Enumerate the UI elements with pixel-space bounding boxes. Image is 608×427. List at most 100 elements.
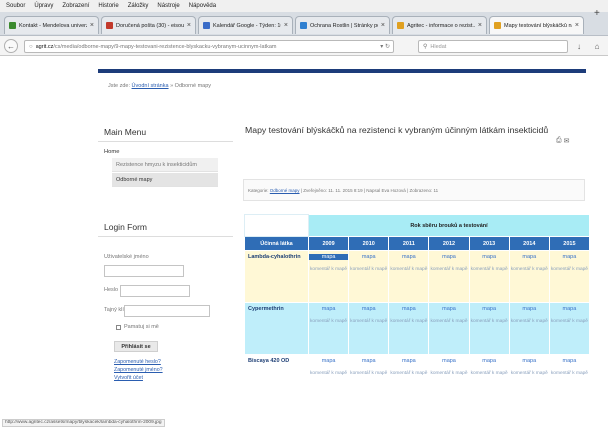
map-link[interactable]: mapa [429, 254, 468, 260]
map-link[interactable]: mapa [510, 358, 549, 364]
tab-label: Mapy testování blýskáčků na... [504, 22, 572, 29]
map-link[interactable]: mapa [349, 254, 388, 260]
divider [98, 141, 233, 142]
map-comment-link[interactable]: komentář k mapě [470, 371, 509, 377]
new-tab-icon[interactable]: + [594, 8, 600, 19]
year-group-header: Rok sběru brouků a testování [308, 214, 590, 237]
map-link[interactable]: mapa [429, 358, 468, 364]
menu-5[interactable]: Nástroje [157, 3, 179, 9]
browser-tab[interactable]: Kontakt - Mendelova univerz... × [4, 16, 99, 34]
map-link[interactable]: mapa [349, 358, 388, 364]
create-account-link[interactable]: Vytvořit účet [114, 375, 143, 381]
map-link[interactable]: mapa [429, 306, 468, 312]
address-bar[interactable]: ○ agrit.cz/cs/media/odborne-mapy/9-mapy-… [24, 40, 394, 53]
table-cell: mapa komentář k mapě [307, 302, 350, 355]
map-comment-link[interactable]: komentář k mapě [470, 319, 509, 325]
close-tab-icon[interactable]: × [284, 22, 288, 29]
remember-checkbox[interactable] [116, 325, 121, 330]
map-link[interactable]: mapa [470, 254, 509, 260]
close-tab-icon[interactable]: × [575, 22, 579, 29]
map-comment-link[interactable]: komentář k mapě [510, 267, 549, 273]
login-button[interactable]: Přihlásit se [114, 341, 158, 352]
search-engine-icon[interactable]: ⚲ [423, 43, 427, 50]
browser-tab[interactable]: Agritec - informace o rezist... × [392, 16, 487, 34]
map-comment-link[interactable]: komentář k mapě [309, 371, 348, 377]
close-tab-icon[interactable]: × [90, 22, 94, 29]
substance-name: Lambda-cyhalothrin [244, 250, 309, 303]
site-identity-icon[interactable]: ○ [29, 44, 33, 50]
category-link[interactable]: Odborné mapy [270, 188, 300, 193]
map-link[interactable]: mapa [309, 306, 348, 312]
print-icon[interactable]: ⎙ [556, 137, 562, 145]
table-cell: mapa komentář k mapě [307, 250, 350, 303]
map-link[interactable]: mapa [309, 358, 348, 364]
menu-2[interactable]: Zobrazení [62, 3, 89, 9]
map-comment-link[interactable]: komentář k mapě [510, 319, 549, 325]
menu-item-rezistence[interactable]: Rezistence hmyzu k insekticidům [112, 158, 218, 172]
map-comment-link[interactable]: komentář k mapě [550, 267, 589, 273]
close-tab-icon[interactable]: × [187, 22, 191, 29]
menu-4[interactable]: Záložky [128, 3, 149, 9]
email-icon[interactable]: ✉ [564, 137, 570, 145]
menu-item-odborne-mapy[interactable]: Odborné mapy [112, 173, 218, 187]
password-input[interactable] [120, 285, 190, 297]
home-icon[interactable]: ⌂ [590, 39, 604, 53]
menu-1[interactable]: Úpravy [34, 3, 53, 9]
map-comment-link[interactable]: komentář k mapě [470, 267, 509, 273]
download-icon[interactable]: ↓ [572, 39, 586, 53]
menu-0[interactable]: Soubor [6, 3, 25, 9]
reload-icon[interactable]: ▾ ↻ [380, 43, 393, 50]
map-link[interactable]: mapa [550, 306, 589, 312]
map-link[interactable]: mapa [470, 306, 509, 312]
browser-tab[interactable]: Ochrana Rostlin | Stránky pos...× [295, 16, 390, 34]
map-comment-link[interactable]: komentář k mapě [510, 371, 549, 377]
breadcrumb-prefix: Jste zde: [108, 83, 131, 89]
breadcrumb-home-link[interactable]: Úvodní stránka [132, 83, 169, 89]
menu-6[interactable]: Nápověda [189, 3, 216, 9]
map-comment-link[interactable]: komentář k mapě [349, 267, 388, 273]
map-comment-link[interactable]: komentář k mapě [389, 371, 428, 377]
menu-3[interactable]: Historie [98, 3, 118, 9]
map-comment-link[interactable]: komentář k mapě [309, 319, 348, 325]
map-comment-link[interactable]: komentář k mapě [349, 371, 388, 377]
tab-label: Agritec - informace o rezist... [407, 22, 475, 29]
browser-tab[interactable]: Mapy testování blýskáčků na... × [489, 16, 584, 34]
breadcrumb: Jste zde: Úvodní stránka » Odborné mapy [108, 83, 211, 89]
secret-key-input[interactable] [124, 305, 210, 317]
forgot-password-link[interactable]: Zapomenuté heslo? [114, 359, 161, 365]
map-comment-link[interactable]: komentář k mapě [429, 319, 468, 325]
map-link[interactable]: mapa [389, 254, 428, 260]
map-comment-link[interactable]: komentář k mapě [389, 319, 428, 325]
map-comment-link[interactable]: komentář k mapě [309, 267, 348, 273]
close-tab-icon[interactable]: × [478, 22, 482, 29]
username-input[interactable] [104, 265, 184, 277]
map-comment-link[interactable]: komentář k mapě [429, 371, 468, 377]
agritec-icon [397, 22, 404, 29]
map-link[interactable]: mapa [550, 254, 589, 260]
map-link[interactable]: mapa [349, 306, 388, 312]
breadcrumb-separator: » [170, 83, 174, 89]
search-input[interactable]: ⚲ Hledat [418, 40, 568, 53]
close-tab-icon[interactable]: × [381, 22, 385, 29]
map-comment-link[interactable]: komentář k mapě [349, 319, 388, 325]
browser-tab[interactable]: Doručená pošta (30) - eisou... × [101, 16, 196, 34]
map-link[interactable]: mapa [389, 306, 428, 312]
menu-item-home[interactable]: Home [104, 149, 119, 155]
map-link[interactable]: mapa [470, 358, 509, 364]
map-comment-link[interactable]: komentář k mapě [550, 371, 589, 377]
forgot-username-link[interactable]: Zapomenuté jméno? [114, 367, 163, 373]
map-comment-link[interactable]: komentář k mapě [389, 267, 428, 273]
article-meta-text: | Zveřejněno: 11. 11. 2015 8:19 | Napsal… [300, 187, 439, 193]
tab-label: Kontakt - Mendelova univerz... [19, 22, 87, 29]
map-comment-link[interactable]: komentář k mapě [550, 319, 589, 325]
table-cell: mapa komentář k mapě [428, 302, 470, 355]
browser-tab[interactable]: Kalendář Google - Týden: 16. lis...× [198, 16, 293, 34]
map-link[interactable]: mapa [510, 254, 549, 260]
map-link[interactable]: mapa [550, 358, 589, 364]
map-link[interactable]: mapa [510, 306, 549, 312]
table-cell: mapa komentář k mapě [548, 302, 591, 355]
map-link[interactable]: mapa [309, 254, 349, 260]
map-link[interactable]: mapa [389, 358, 428, 364]
back-button[interactable]: ← [4, 39, 18, 53]
map-comment-link[interactable]: komentář k mapě [429, 267, 468, 273]
